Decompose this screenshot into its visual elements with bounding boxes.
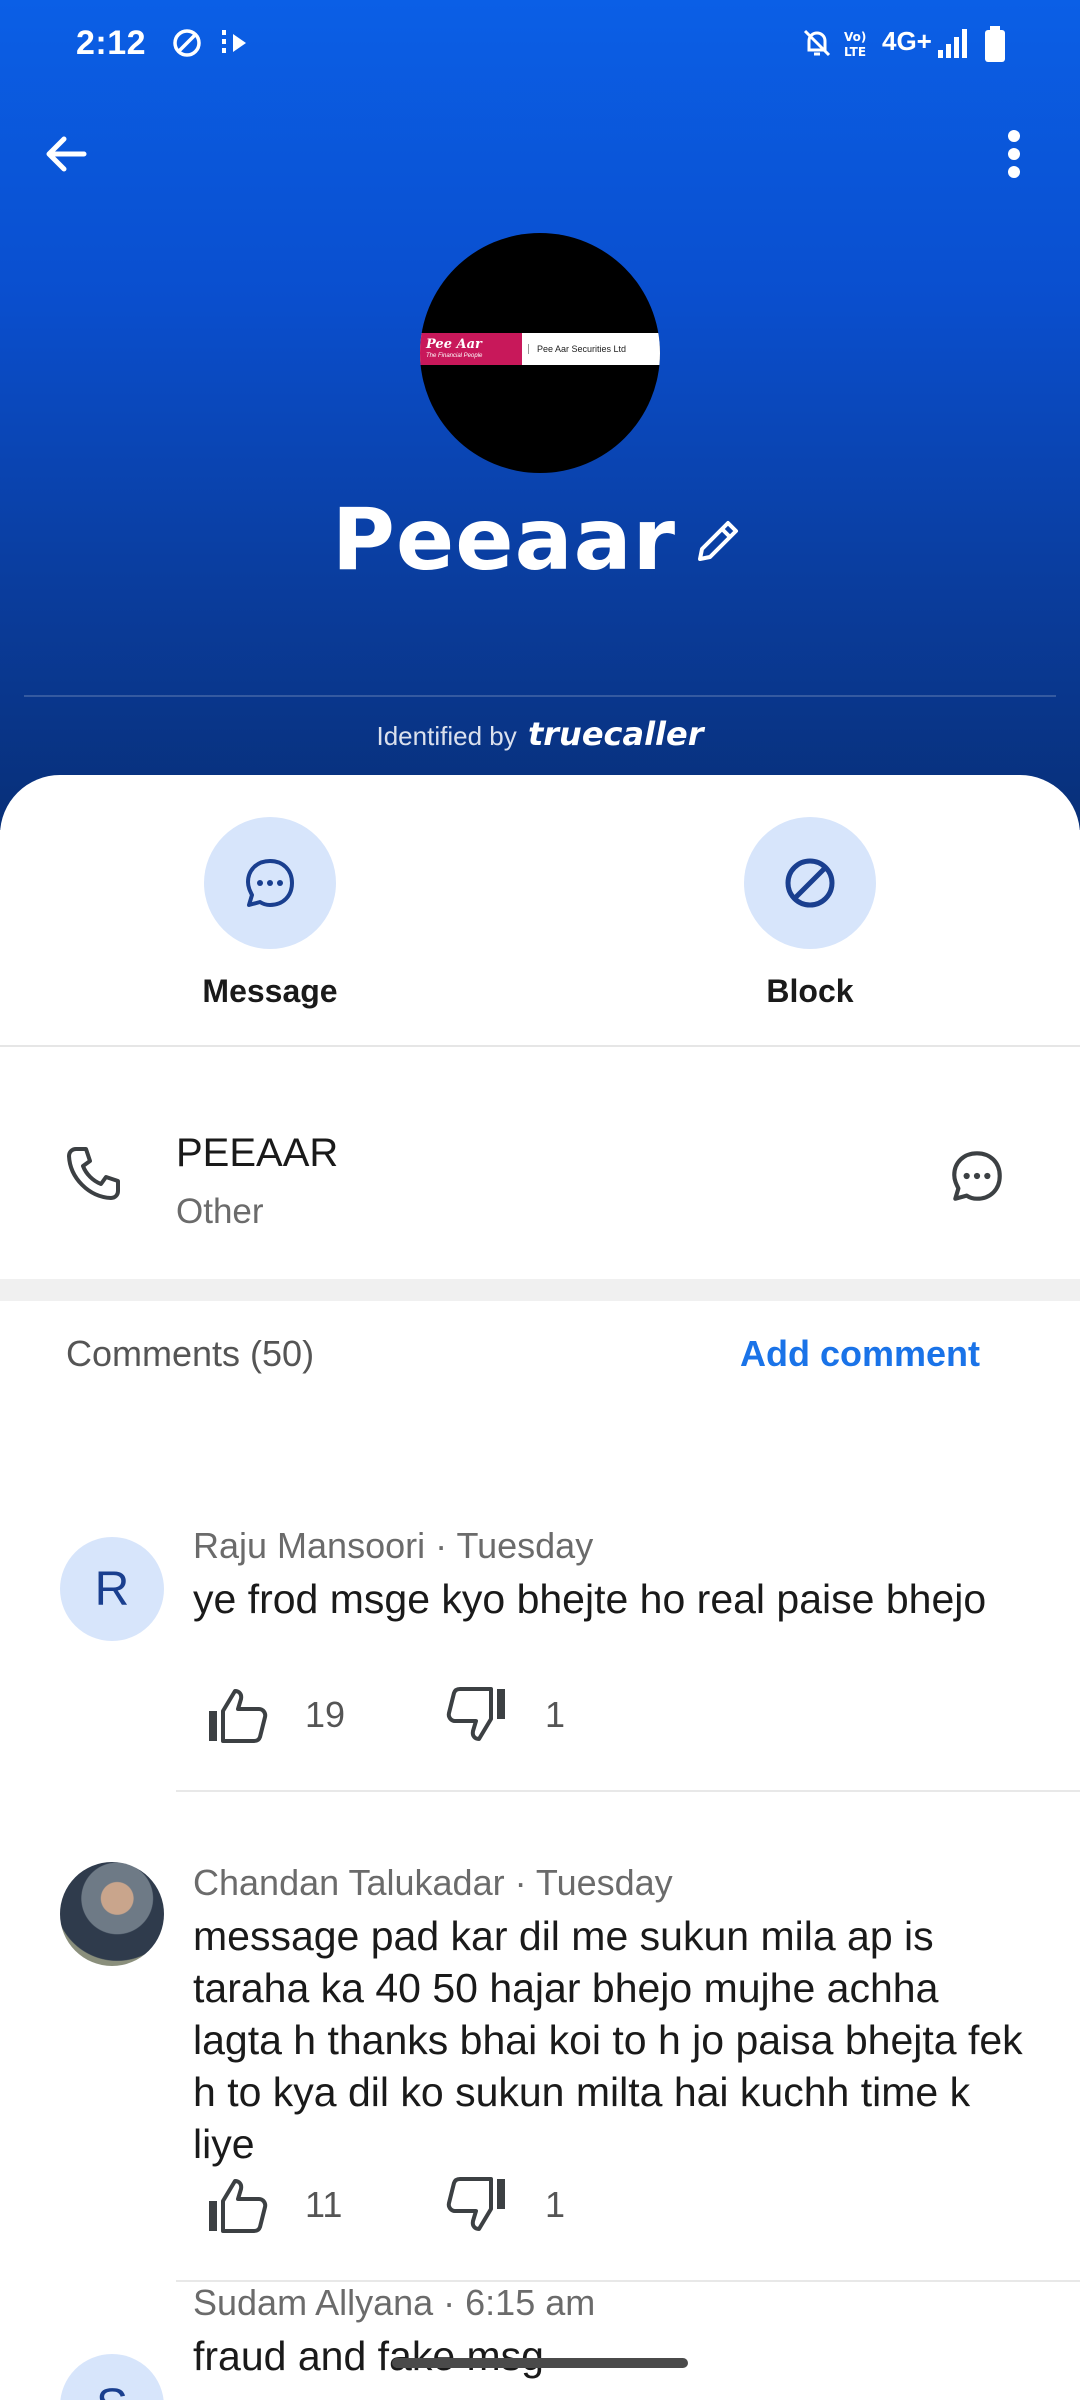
mute-icon (800, 26, 834, 65)
comment-avatar: R (60, 1537, 164, 1641)
comment-meta: Chandan Talukadar · Tuesday (193, 1862, 673, 1903)
thumb-down-icon (446, 2177, 505, 2231)
comment-meta: Sudam Allyana · 6:15 am (193, 2282, 596, 2323)
comment-item: S Sudam Allyana · 6:15 am fraud and fake… (0, 2282, 1080, 2400)
cast-icon (218, 26, 254, 65)
network-type: 4G+ (882, 26, 932, 56)
truecaller-logo: truecaller (527, 715, 704, 753)
comment-avatar: S (60, 2354, 164, 2400)
comments-title: Comments (50) (66, 1333, 315, 1374)
status-bar: 2:12 Vo) LTE 4G+ (0, 0, 1080, 90)
message-action-label: Message (202, 973, 338, 1009)
message-action[interactable]: Message (140, 817, 400, 1010)
like-count: 11 (305, 2184, 343, 2225)
like-button[interactable]: 11 (205, 2175, 342, 2235)
block-icon (785, 858, 835, 908)
send-message-button[interactable] (946, 1145, 1008, 1212)
back-button[interactable] (30, 118, 102, 190)
comment-text: ye frod msge kyo bhejte ho real paise bh… (193, 1576, 987, 1622)
message-action-circle[interactable] (204, 817, 336, 949)
comment-time: 6:15 am (465, 2282, 596, 2323)
contact-name-row: Peeaar (0, 490, 1080, 590)
signal-icon (936, 26, 970, 65)
contact-number-type: Other (176, 1192, 264, 1231)
arrow-back-icon (46, 136, 87, 172)
comment-author: Raju Mansoori (193, 1525, 426, 1566)
pencil-icon (698, 520, 739, 561)
thumb-up-icon (209, 2179, 268, 2233)
block-action[interactable]: Block (680, 817, 940, 1010)
comment-meta: Raju Mansoori · Tuesday (193, 1525, 594, 1566)
volte-icon: Vo) LTE (842, 28, 874, 62)
edit-name-button[interactable] (690, 511, 748, 574)
battery-icon (984, 26, 1006, 67)
contact-number-row[interactable]: PEEAAR Other (0, 1047, 1080, 1279)
details-sheet: Message Block PEEAAR Other Comments (50)… (0, 775, 1080, 2400)
comment-item: Chandan Talukadar · Tuesday message pad … (0, 1792, 1080, 2282)
message-bubble-icon (952, 1151, 1002, 1201)
gesture-home-bar[interactable] (392, 2358, 688, 2368)
contact-avatar: Pee Aar The Financial People Pee Aar Sec… (420, 233, 660, 473)
contact-number: PEEAAR (176, 1131, 339, 1175)
contact-name: Peeaar (331, 490, 677, 590)
comment-text: fraud and fake msg (193, 2333, 544, 2379)
status-time: 2:12 (76, 24, 147, 62)
like-count: 19 (305, 1694, 346, 1735)
block-action-circle[interactable] (744, 817, 876, 949)
dislike-count: 1 (545, 1694, 566, 1735)
dislike-button[interactable]: 1 (445, 1685, 565, 1745)
comment-text: message pad kar dil me sukun mila ap is … (193, 1913, 1023, 2167)
dislike-button[interactable]: 1 (445, 2175, 565, 2235)
thumb-down-icon (446, 1687, 505, 1741)
section-divider (0, 1279, 1080, 1301)
like-button[interactable]: 19 (205, 1685, 345, 1745)
avatar-logo: Pee Aar The Financial People Pee Aar Sec… (420, 333, 660, 365)
header-divider (24, 695, 1056, 697)
thumb-up-icon (209, 1689, 268, 1743)
comment-time: Tuesday (535, 1862, 673, 1903)
identified-by: Identified by truecaller (376, 715, 704, 753)
comment-author: Chandan Talukadar (193, 1862, 505, 1903)
add-comment-button[interactable]: Add comment (740, 1333, 980, 1375)
do-not-disturb-icon (170, 26, 204, 65)
comment-time: Tuesday (456, 1525, 594, 1566)
more-vert-icon (1008, 130, 1020, 178)
profile-header: 2:12 Vo) LTE 4G+ Pee Aar The Financial P… (0, 0, 1080, 830)
message-bubble-icon (246, 859, 294, 907)
block-action-label: Block (766, 973, 854, 1009)
phone-icon (62, 1143, 124, 1210)
comment-item: R Raju Mansoori · Tuesday ye frod msge k… (0, 1455, 1080, 1792)
more-options-button[interactable] (978, 118, 1050, 190)
comment-author: Sudam Allyana (193, 2282, 434, 2323)
svg-text:Vo): Vo) (844, 30, 866, 44)
comment-avatar (60, 1862, 164, 1966)
svg-text:LTE: LTE (844, 45, 866, 59)
dislike-count: 1 (545, 2184, 566, 2225)
